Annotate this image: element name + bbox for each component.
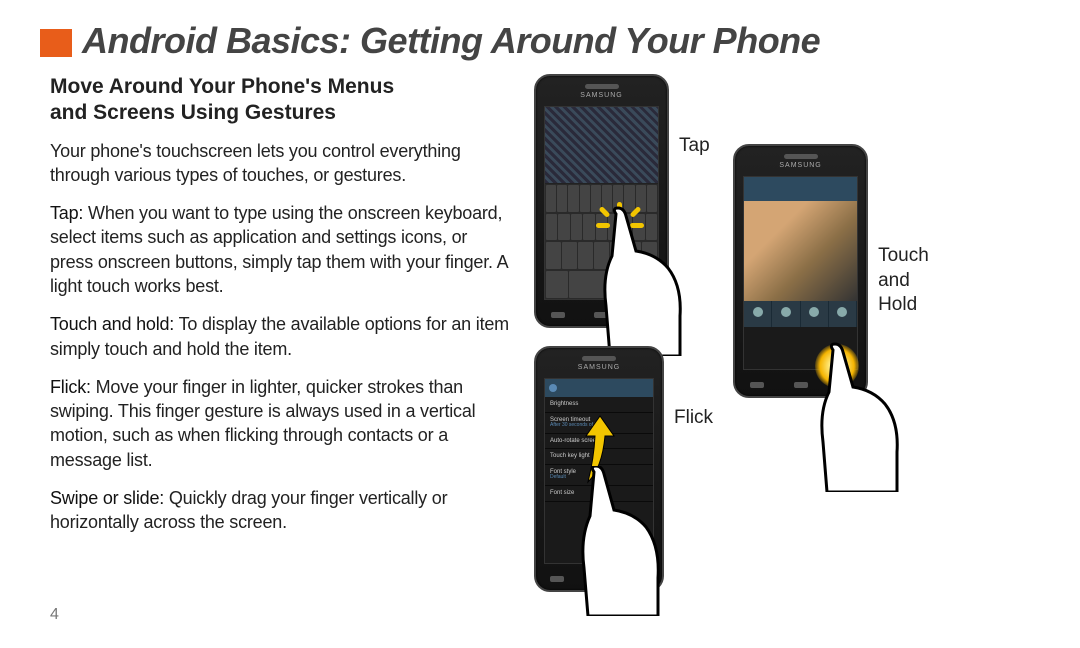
- label-line: Touch: [878, 245, 929, 266]
- label-line: Hold: [878, 294, 917, 315]
- phone-frame: SAMSUNG: [733, 144, 868, 398]
- label-line: and: [878, 270, 910, 291]
- term-touchhold: Touch and hold:: [50, 314, 174, 334]
- phone-frame: SAMSUNG BrightnessScreen timeoutAfter 30…: [534, 346, 664, 592]
- subhead-line: Move Around Your Phone's Menus: [50, 75, 394, 98]
- phone-screen-keyboard: [544, 106, 659, 300]
- term-flick: Flick:: [50, 377, 91, 397]
- intro-paragraph: Your phone's touchscreen lets you contro…: [50, 139, 510, 188]
- term-swipe: Swipe or slide:: [50, 488, 164, 508]
- touch-hold-label: Touch and Hold: [878, 244, 929, 318]
- tap-paragraph: Tap: When you want to type using the ons…: [50, 201, 510, 298]
- section-subhead: Move Around Your Phone's Menus and Scree…: [50, 74, 510, 127]
- phone-speaker: [585, 84, 619, 89]
- tap-burst-icon: [598, 204, 642, 248]
- accent-block: [40, 29, 72, 57]
- touch-hold-illustration: SAMSUNG Touch: [733, 144, 929, 398]
- flick-label: Flick: [674, 406, 713, 431]
- tap-illustration: SAMSUNG: [534, 74, 713, 328]
- flick-paragraph: Flick: Move your finger in lighter, quic…: [50, 375, 510, 472]
- touchhold-paragraph: Touch and hold: To display the available…: [50, 312, 510, 361]
- phone-frame: SAMSUNG: [534, 74, 669, 328]
- term-tap: Tap:: [50, 203, 83, 223]
- title-row: Android Basics: Getting Around Your Phon…: [40, 20, 1040, 62]
- illustration-column: SAMSUNG: [534, 74, 1040, 592]
- term-text: When you want to type using the onscreen…: [50, 203, 507, 296]
- phone-brand: SAMSUNG: [536, 364, 662, 371]
- term-text: Move your finger in lighter, quicker str…: [50, 377, 475, 470]
- page-title: Android Basics: Getting Around Your Phon…: [82, 20, 820, 62]
- tap-label: Tap: [679, 134, 710, 159]
- swipe-paragraph: Swipe or slide: Quickly drag your finger…: [50, 486, 510, 535]
- page-number: 4: [50, 606, 59, 624]
- flick-arrow-icon: [580, 408, 620, 488]
- hold-ring-icon: [815, 344, 859, 388]
- phone-screen-contact: [743, 176, 858, 370]
- phone-brand: SAMSUNG: [735, 162, 866, 169]
- phone-brand: SAMSUNG: [536, 92, 667, 99]
- phone-nav-buttons: [536, 312, 667, 318]
- phone-speaker: [582, 356, 616, 361]
- phone-nav-buttons: [536, 576, 662, 582]
- text-column: Move Around Your Phone's Menus and Scree…: [40, 74, 510, 592]
- settings-item: Font size: [545, 486, 653, 502]
- subhead-line: and Screens Using Gestures: [50, 101, 336, 124]
- flick-illustration: SAMSUNG BrightnessScreen timeoutAfter 30…: [534, 346, 713, 592]
- phone-speaker: [784, 154, 818, 159]
